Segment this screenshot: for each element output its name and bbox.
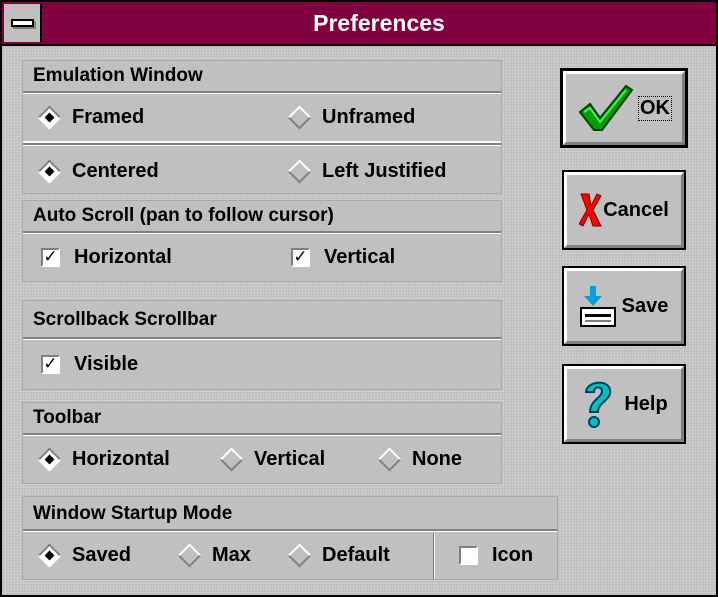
radio-toolbar-vertical[interactable]: Vertical (219, 444, 326, 474)
checkmark-icon: ✓ (291, 247, 310, 267)
checkbox-label: Icon (492, 543, 534, 566)
cancel-button[interactable]: Cancel (562, 170, 686, 250)
scrollback-heading: Scrollback Scrollbar (33, 309, 217, 330)
toolbar-heading: Toolbar (33, 407, 102, 428)
emulation-window-row-2: Centered Left Justified (23, 143, 501, 193)
checkbox-scrollbar-visible[interactable]: ✓ Visible (41, 349, 138, 379)
radio-startup-default[interactable]: Default (287, 540, 390, 570)
checkmark-icon: ✓ (41, 354, 60, 374)
cancel-label: Cancel (603, 198, 669, 221)
radio-selected-icon (37, 446, 62, 472)
checkbox-startup-icon[interactable]: Icon (459, 540, 533, 570)
system-menu-icon (11, 19, 34, 27)
radio-label: Unframed (322, 105, 416, 128)
auto-scroll-group: Auto Scroll (pan to follow cursor) ✓ Hor… (22, 200, 502, 282)
ok-label: OK (638, 95, 672, 121)
save-button[interactable]: Save (562, 266, 686, 346)
emulation-window-heading: Emulation Window (33, 65, 203, 86)
title-bar[interactable]: Preferences (2, 2, 716, 46)
radio-unselected-icon (177, 542, 202, 568)
x-icon (579, 193, 603, 227)
radio-label: Vertical (254, 447, 326, 470)
radio-selected-icon (37, 104, 62, 130)
startup-mode-row: Saved Max Default Icon (23, 529, 557, 579)
radio-startup-max[interactable]: Max (177, 540, 251, 570)
scrollback-group: Scrollback Scrollbar ✓ Visible (22, 300, 502, 390)
auto-scroll-heading: Auto Scroll (pan to follow cursor) (33, 205, 334, 226)
toolbar-row: Horizontal Vertical None (23, 433, 501, 483)
checkbox-label: Vertical (324, 245, 396, 268)
dialog-body: Emulation Window Framed Unframed Centere… (4, 48, 716, 595)
radio-toolbar-none[interactable]: None (377, 444, 462, 474)
help-label: Help (624, 392, 668, 415)
scrollback-row: ✓ Visible (23, 337, 501, 389)
startup-mode-heading: Window Startup Mode (33, 503, 233, 524)
ok-button[interactable]: OK (560, 68, 688, 148)
radio-left-justified[interactable]: Left Justified (287, 156, 447, 186)
window-title: Preferences (313, 10, 445, 36)
divider (433, 533, 435, 579)
radio-startup-saved[interactable]: Saved (37, 540, 131, 570)
radio-framed[interactable]: Framed (37, 102, 145, 132)
radio-unselected-icon (219, 446, 244, 472)
toolbar-group: Toolbar Horizontal Vertical None (22, 402, 502, 484)
help-button[interactable]: Help (562, 364, 686, 444)
question-icon (585, 381, 612, 428)
radio-toolbar-horizontal[interactable]: Horizontal (37, 444, 170, 474)
startup-mode-group: Window Startup Mode Saved Max Default Ic… (22, 496, 558, 580)
disk-save-icon (579, 286, 616, 327)
auto-scroll-row: ✓ Horizontal ✓ Vertical (23, 231, 501, 281)
radio-selected-icon (37, 542, 62, 568)
radio-unselected-icon (287, 158, 312, 184)
emulation-window-group: Emulation Window Framed Unframed Centere… (22, 60, 502, 194)
checkmark-icon (578, 84, 634, 131)
radio-centered[interactable]: Centered (37, 156, 159, 186)
checkbox-label: Horizontal (74, 245, 172, 268)
radio-label: Centered (72, 159, 159, 182)
radio-label: Max (212, 543, 251, 566)
emulation-window-row-1: Framed Unframed (23, 91, 501, 143)
radio-unframed[interactable]: Unframed (287, 102, 416, 132)
checkbox-vertical-scroll[interactable]: ✓ Vertical (291, 242, 395, 272)
radio-label: Saved (72, 543, 131, 566)
radio-unselected-icon (377, 446, 402, 472)
radio-label: Default (322, 543, 390, 566)
radio-label: Left Justified (322, 159, 447, 182)
system-menu-button[interactable] (4, 4, 42, 42)
checkbox-horizontal-scroll[interactable]: ✓ Horizontal (41, 242, 172, 272)
radio-label: Framed (72, 105, 145, 128)
checkbox-unchecked-icon (459, 545, 478, 565)
radio-unselected-icon (287, 104, 312, 130)
radio-selected-icon (37, 158, 62, 184)
radio-label: Horizontal (72, 447, 170, 470)
checkbox-label: Visible (74, 352, 139, 375)
save-label: Save (621, 294, 669, 317)
radio-unselected-icon (287, 542, 312, 568)
preferences-window: Preferences Emulation Window Framed Unfr… (0, 0, 718, 597)
radio-label: None (412, 447, 462, 470)
checkmark-icon: ✓ (41, 247, 60, 267)
